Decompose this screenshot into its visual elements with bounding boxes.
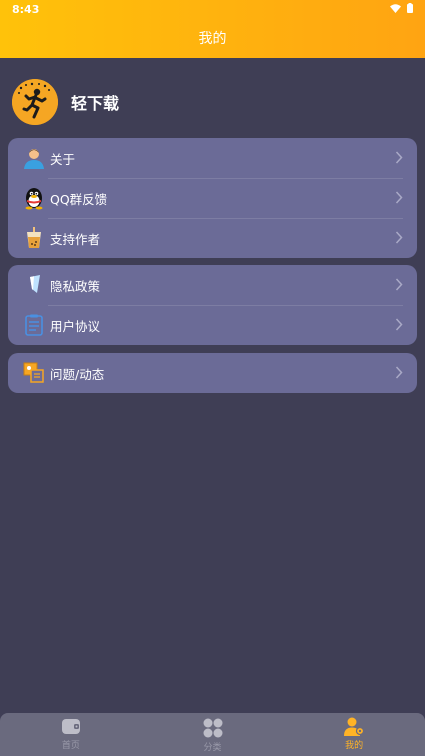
app-logo	[12, 79, 58, 125]
status-bar: 8:43	[0, 0, 425, 20]
app-name: 轻下载	[71, 94, 120, 113]
menu-item-label: 隐私政策	[50, 278, 101, 294]
category-icon	[203, 718, 222, 738]
document-icon	[21, 312, 47, 338]
tab-label: 分类	[203, 743, 222, 753]
chevron-right-icon	[395, 151, 403, 164]
wifi-icon	[390, 3, 401, 13]
menu-item-privacy-policy[interactable]: 隐私政策	[8, 265, 417, 305]
runner-logo-icon	[12, 79, 58, 125]
menu-item-qq-feedback[interactable]: QQ群反馈	[8, 178, 417, 218]
battery-icon	[407, 3, 413, 13]
menu-item-label: 支持作者	[50, 231, 101, 247]
page-header: 我的	[0, 20, 425, 58]
tab-label: 我的	[345, 741, 364, 751]
tab-profile[interactable]: 我的	[283, 713, 425, 756]
bottom-tab-bar: 首页 分类 我的	[0, 713, 425, 756]
menu-item-label: 用户协议	[50, 318, 101, 334]
chevron-right-icon	[395, 231, 403, 244]
qq-penguin-icon	[21, 185, 47, 211]
tab-home[interactable]: 首页	[0, 713, 142, 756]
chevron-right-icon	[395, 366, 403, 379]
menu-group-legal: 隐私政策 用户协议	[8, 265, 417, 345]
tab-label: 首页	[61, 741, 80, 751]
shield-icon	[21, 272, 47, 298]
drink-cup-icon	[21, 225, 47, 251]
menu-item-label: QQ群反馈	[50, 191, 108, 207]
tab-category[interactable]: 分类	[142, 713, 284, 756]
home-icon	[61, 719, 80, 734]
menu-item-support-author[interactable]: 支持作者	[8, 218, 417, 258]
system-icons	[390, 3, 413, 13]
profile-icon	[344, 717, 365, 736]
menu-item-label: 关于	[50, 151, 76, 167]
chevron-right-icon	[395, 278, 403, 291]
chevron-right-icon	[395, 318, 403, 331]
menu-item-issues-updates[interactable]: 问题/动态	[8, 353, 417, 393]
menu-group-issues: 问题/动态	[8, 353, 417, 393]
status-time: 8:43	[12, 3, 40, 16]
chevron-right-icon	[395, 191, 403, 204]
page-title: 我的	[198, 31, 227, 47]
person-icon	[21, 145, 47, 171]
menu-group-about: 关于 QQ群反馈 支持作者	[8, 138, 417, 258]
menu-item-user-agreement[interactable]: 用户协议	[8, 305, 417, 345]
profile-section: 轻下载	[12, 78, 119, 126]
feedback-icon	[21, 360, 47, 386]
menu-item-about[interactable]: 关于	[8, 138, 417, 178]
menu-item-label: 问题/动态	[50, 366, 105, 382]
